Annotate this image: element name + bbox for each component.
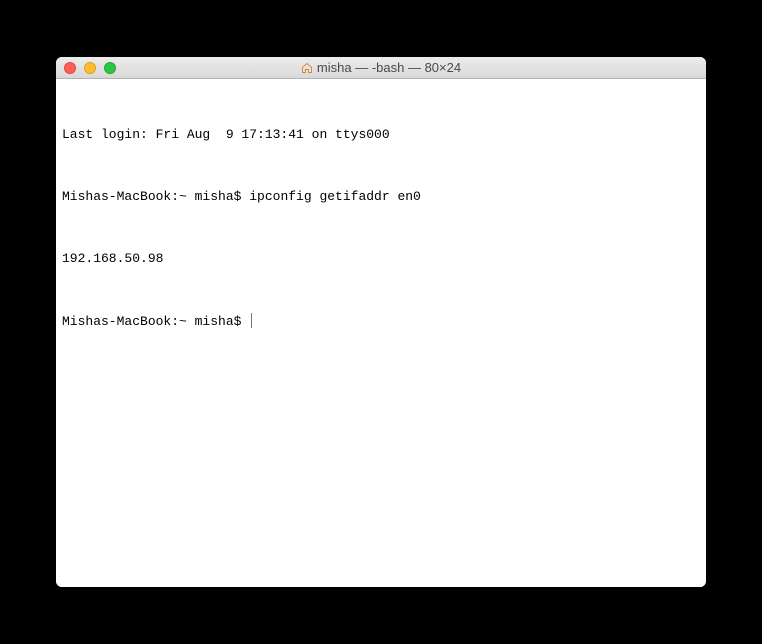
terminal-prompt: Mishas-MacBook:~ misha$ (62, 189, 249, 204)
terminal-body[interactable]: Last login: Fri Aug 9 17:13:41 on ttys00… (56, 79, 706, 587)
terminal-window: misha — -bash — 80×24 Last login: Fri Au… (56, 57, 706, 587)
close-button[interactable] (64, 62, 76, 74)
terminal-line: Mishas-MacBook:~ misha$ ipconfig getifad… (62, 187, 700, 208)
window-title: misha — -bash — 80×24 (317, 60, 461, 75)
terminal-text: 192.168.50.98 (62, 251, 163, 266)
cursor (251, 313, 252, 328)
terminal-prompt: Mishas-MacBook:~ misha$ (62, 314, 249, 329)
terminal-line: Last login: Fri Aug 9 17:13:41 on ttys00… (62, 125, 700, 146)
window-title-wrap: misha — -bash — 80×24 (56, 60, 706, 75)
titlebar: misha — -bash — 80×24 (56, 57, 706, 79)
minimize-button[interactable] (84, 62, 96, 74)
home-icon (301, 62, 313, 74)
traffic-lights (56, 62, 116, 74)
maximize-button[interactable] (104, 62, 116, 74)
terminal-text: Last login: Fri Aug 9 17:13:41 on ttys00… (62, 127, 390, 142)
terminal-line: 192.168.50.98 (62, 249, 700, 270)
terminal-command: ipconfig getifaddr en0 (249, 189, 421, 204)
terminal-line: Mishas-MacBook:~ misha$ (62, 312, 700, 333)
